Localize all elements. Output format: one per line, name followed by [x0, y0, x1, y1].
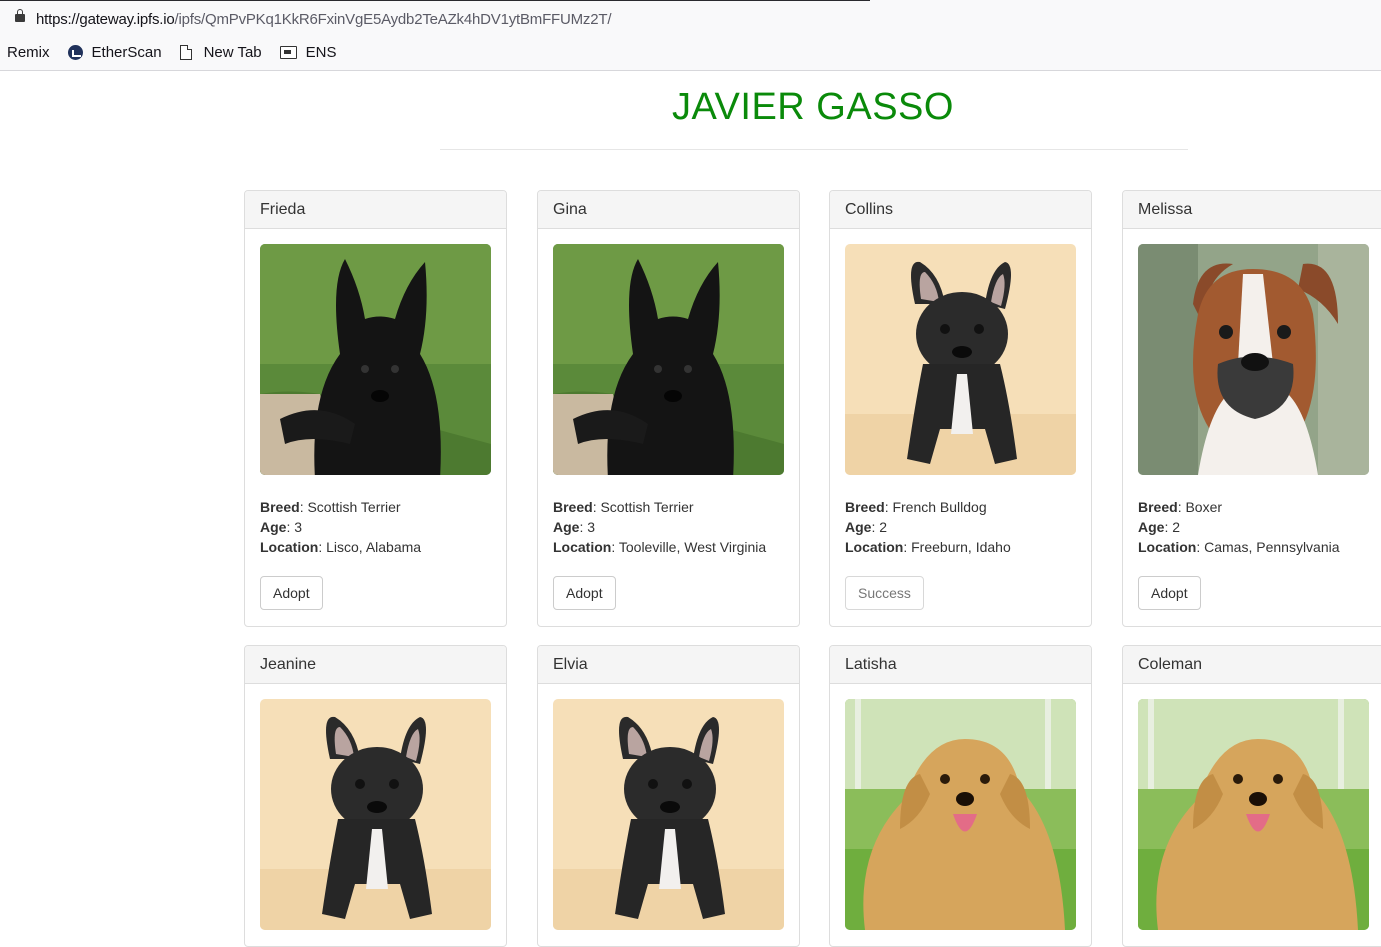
- pet-breed: Boxer: [1185, 499, 1223, 515]
- bookmark-label: New Tab: [203, 43, 262, 61]
- bookmark-label: Remix: [7, 43, 50, 61]
- adopt-button[interactable]: Adopt: [260, 576, 323, 610]
- location-label: Location: [1138, 539, 1197, 555]
- french-bulldog-photo: [845, 244, 1076, 475]
- age-label: Age: [260, 519, 287, 535]
- pet-card: Gina Breed: Scottish Terrier Age: 3 Loca…: [537, 190, 800, 627]
- pet-name: Coleman: [1123, 646, 1381, 684]
- boxer-photo: [1138, 244, 1369, 475]
- pet-breed: French Bulldog: [892, 499, 987, 515]
- pet-name: Frieda: [245, 191, 506, 229]
- french-bulldog-photo: [260, 699, 491, 930]
- bookmark-new-tab[interactable]: New Tab: [179, 43, 262, 61]
- success-button[interactable]: Success: [845, 576, 924, 610]
- pet-card: Melissa Breed: Boxer Age: 2 Location: Ca…: [1122, 190, 1381, 627]
- pet-name: Latisha: [830, 646, 1091, 684]
- etherscan-icon: [67, 44, 83, 60]
- pet-card: Latisha: [829, 645, 1092, 947]
- pet-name: Elvia: [538, 646, 799, 684]
- adopt-button[interactable]: Adopt: [553, 576, 616, 610]
- bookmark-etherscan[interactable]: EtherScan: [67, 43, 162, 61]
- bookmarks-bar: Remix EtherScan New Tab ENS: [0, 41, 355, 63]
- french-bulldog-photo: [553, 699, 784, 930]
- pet-location: Tooleville, West Virginia: [618, 539, 767, 555]
- pet-card: Elvia: [537, 645, 800, 947]
- pet-details: Breed: French Bulldog Age: 2 Location: F…: [845, 499, 1011, 555]
- pet-location: Freeburn, Idaho: [911, 539, 1011, 555]
- breed-label: Breed: [553, 499, 593, 515]
- pet-name: Jeanine: [245, 646, 506, 684]
- pet-name: Gina: [538, 191, 799, 229]
- age-label: Age: [1138, 519, 1165, 535]
- pet-card: Collins Breed: French Bulldog Age: 2 Loc…: [829, 190, 1092, 627]
- location-label: Location: [553, 539, 612, 555]
- bookmark-label: ENS: [305, 43, 337, 61]
- pet-details: Breed: Scottish Terrier Age: 3 Location:…: [553, 499, 767, 555]
- page-load-progress: [0, 0, 870, 1]
- breed-label: Breed: [260, 499, 300, 515]
- pet-card: Frieda Breed: Scottish Terrier Age: 3 Lo…: [244, 190, 507, 627]
- bookmark-remix[interactable]: Remix: [7, 44, 50, 61]
- location-label: Location: [845, 539, 904, 555]
- pet-card: Jeanine: [244, 645, 507, 947]
- scottish-terrier-photo: [553, 244, 784, 475]
- bookmark-label: EtherScan: [91, 43, 162, 61]
- pet-location: Camas, Pennsylvania: [1204, 539, 1340, 555]
- golden-retriever-photo: [845, 699, 1076, 930]
- pet-age: 3: [587, 519, 596, 535]
- pet-age: 2: [1172, 519, 1181, 535]
- address-bar[interactable]: https://gateway.ipfs.io/ipfs/QmPvPKq1KkR…: [36, 11, 612, 28]
- page-icon: [179, 44, 192, 60]
- pet-breed: Scottish Terrier: [307, 499, 401, 515]
- pet-name: Melissa: [1123, 191, 1381, 229]
- golden-retriever-photo: [1138, 699, 1369, 930]
- location-label: Location: [260, 539, 319, 555]
- url-host: https://gateway.ipfs.io: [36, 11, 175, 28]
- breed-label: Breed: [1138, 499, 1178, 515]
- lock-icon: [15, 9, 25, 22]
- adopt-button[interactable]: Adopt: [1138, 576, 1201, 610]
- pet-card: Coleman: [1122, 645, 1381, 947]
- age-label: Age: [553, 519, 580, 535]
- pet-location: Lisco, Alabama: [326, 539, 422, 555]
- bookmark-ens[interactable]: ENS: [279, 43, 337, 61]
- breed-label: Breed: [845, 499, 885, 515]
- title-divider: [440, 149, 1188, 150]
- browser-toolbar: https://gateway.ipfs.io/ipfs/QmPvPKq1KkR…: [0, 0, 1381, 71]
- pet-details: Breed: Boxer Age: 2 Location: Camas, Pen…: [1138, 499, 1340, 555]
- ens-icon: [279, 45, 297, 59]
- age-label: Age: [845, 519, 872, 535]
- url-path: /ipfs/QmPvPKq1KkR6FxinVgE5Aydb2TeAZk4hDV…: [174, 11, 612, 28]
- pet-age: 2: [879, 519, 888, 535]
- pet-age: 3: [294, 519, 303, 535]
- pet-name: Collins: [830, 191, 1091, 229]
- pet-details: Breed: Scottish Terrier Age: 3 Location:…: [260, 499, 422, 555]
- page-title: JAVIER GASSO: [672, 86, 954, 128]
- scottish-terrier-photo: [260, 244, 491, 475]
- pet-breed: Scottish Terrier: [600, 499, 694, 515]
